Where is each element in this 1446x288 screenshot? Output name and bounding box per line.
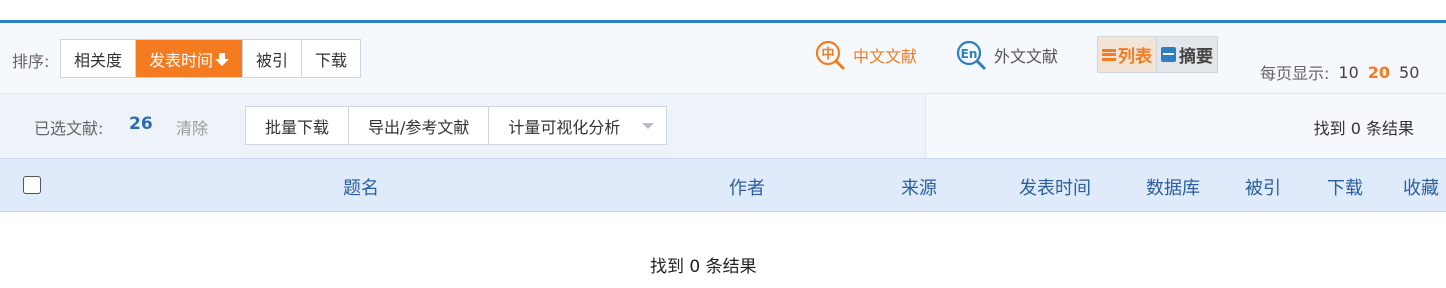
clear-selection-link[interactable]: 清除 bbox=[176, 115, 208, 139]
per-page-label: 每页显示: bbox=[1260, 64, 1330, 83]
abstract-view-button[interactable]: 摘要 bbox=[1157, 37, 1217, 72]
list-view-button[interactable]: 列表 bbox=[1098, 37, 1157, 72]
svg-text:En: En bbox=[961, 47, 978, 61]
sort-publish-time-button[interactable]: 发表时间 bbox=[136, 40, 244, 77]
column-source[interactable]: 来源 bbox=[901, 174, 937, 200]
visual-analysis-label: 计量可视化分析 bbox=[508, 117, 621, 137]
column-favorite[interactable]: 收藏 bbox=[1403, 174, 1439, 200]
per-page-10[interactable]: 10 bbox=[1338, 63, 1358, 82]
select-all-checkbox[interactable] bbox=[23, 176, 41, 194]
sort-publish-time-label: 发表时间 bbox=[149, 50, 214, 70]
arrow-down-icon bbox=[215, 52, 230, 66]
column-downloads[interactable]: 下载 bbox=[1327, 174, 1363, 200]
abstract-view-label: 摘要 bbox=[1179, 47, 1213, 67]
sort-label: 排序: bbox=[12, 52, 50, 71]
results-table-header: 题名 作者 来源 发表时间 数据库 被引 下载 收藏 bbox=[0, 158, 1446, 212]
chinese-literature-label: 中文文献 bbox=[853, 47, 918, 66]
foreign-literature-link[interactable]: En 外文文献 bbox=[956, 40, 1058, 70]
column-title[interactable]: 题名 bbox=[343, 174, 379, 200]
sort-toolbar: 排序: 相关度 发表时间 被引 下载 中 中文文献 En 外文文献 列表 摘要 … bbox=[0, 23, 1446, 94]
zhong-icon: 中 bbox=[815, 40, 845, 70]
batch-actions: 批量下载 导出/参考文献 计量可视化分析 bbox=[245, 106, 668, 145]
sort-options: 相关度 发表时间 被引 下载 bbox=[60, 39, 362, 78]
per-page-20[interactable]: 20 bbox=[1368, 63, 1390, 82]
sort-download-button[interactable]: 下载 bbox=[302, 40, 360, 77]
sort-cited-button[interactable]: 被引 bbox=[243, 40, 303, 77]
column-author[interactable]: 作者 bbox=[729, 174, 765, 200]
column-publish-time[interactable]: 发表时间 bbox=[1019, 174, 1091, 200]
per-page-selector: 每页显示: 10 20 50 bbox=[1260, 60, 1419, 84]
column-database[interactable]: 数据库 bbox=[1146, 174, 1200, 200]
list-icon bbox=[1102, 48, 1116, 62]
batch-download-button[interactable]: 批量下载 bbox=[246, 107, 350, 144]
export-references-button[interactable]: 导出/参考文献 bbox=[349, 107, 490, 144]
visual-analysis-dropdown[interactable]: 计量可视化分析 bbox=[489, 107, 666, 144]
selection-bar: 已选文献: 26 清除 批量下载 导出/参考文献 计量可视化分析 找到 0 条结… bbox=[0, 94, 1446, 158]
foreign-literature-label: 外文文献 bbox=[994, 47, 1059, 66]
en-icon: En bbox=[956, 40, 986, 70]
selected-count[interactable]: 26 bbox=[129, 114, 153, 134]
abstract-icon bbox=[1161, 47, 1176, 62]
selected-label: 已选文献: bbox=[34, 119, 104, 138]
svg-text:中: 中 bbox=[821, 46, 834, 62]
empty-results-message: 找到 0 条结果 bbox=[650, 257, 757, 277]
result-count-text: 找到 0 条结果 bbox=[1313, 119, 1414, 138]
column-cited[interactable]: 被引 bbox=[1245, 174, 1281, 200]
result-summary-panel: 找到 0 条结果 bbox=[925, 94, 1446, 158]
list-view-label: 列表 bbox=[1118, 47, 1152, 67]
per-page-50[interactable]: 50 bbox=[1399, 63, 1419, 82]
chinese-literature-link[interactable]: 中 中文文献 bbox=[815, 40, 917, 70]
view-switch: 列表 摘要 bbox=[1097, 36, 1218, 73]
sort-relevance-button[interactable]: 相关度 bbox=[61, 40, 137, 77]
chevron-down-icon bbox=[642, 122, 655, 129]
